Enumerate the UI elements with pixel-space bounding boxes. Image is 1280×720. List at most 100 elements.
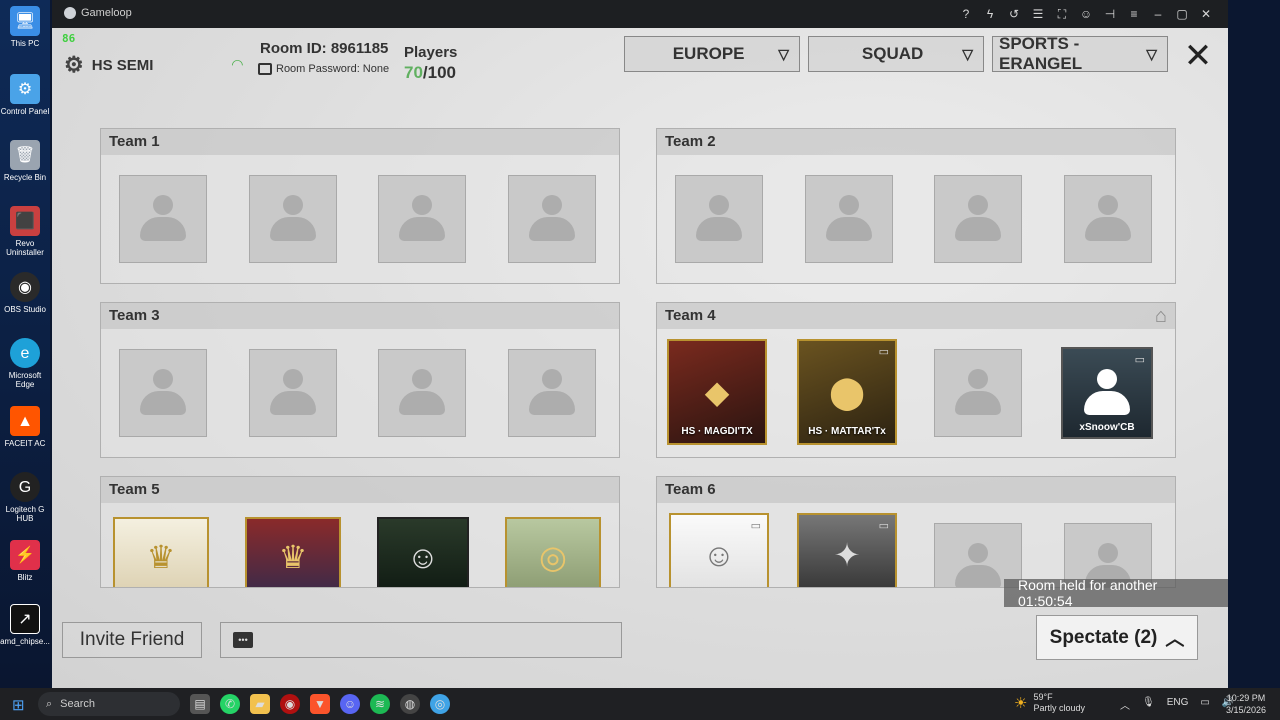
- weather-temp: 59°F: [1033, 692, 1053, 702]
- language-indicator[interactable]: ENG: [1167, 697, 1189, 712]
- fullscreen-icon[interactable]: ⛶: [1050, 5, 1074, 23]
- maximize-icon[interactable]: ▢: [1170, 5, 1194, 23]
- file-icon[interactable]: ▤: [190, 694, 210, 714]
- empty-player-icon: [399, 369, 445, 417]
- boost-icon[interactable]: ϟ: [978, 5, 1002, 23]
- team-slot-empty[interactable]: [119, 349, 207, 437]
- team-slot-empty[interactable]: [508, 175, 596, 263]
- desktop-icon-this-pc[interactable]: 🖥 This PC: [0, 6, 50, 48]
- back-icon[interactable]: ↺: [1002, 5, 1026, 23]
- team-slot-player[interactable]: ◆ HS · MAGDI'TX: [667, 339, 767, 445]
- taskbar-apps: ▤ ✆ ▰ ◉ ▼ ☺ ≋ ◍ ◎: [190, 694, 450, 714]
- avatar-frame-icon: ♛: [278, 539, 308, 575]
- spectate-button[interactable]: Spectate (2) ︿: [1036, 615, 1198, 660]
- team-slot-empty[interactable]: [508, 349, 596, 437]
- brave-icon[interactable]: ▼: [310, 694, 330, 714]
- spotify-icon[interactable]: ≋: [370, 694, 390, 714]
- chevron-down-icon: ▽: [1146, 45, 1157, 62]
- account-icon[interactable]: ☺: [1074, 5, 1098, 23]
- folder-icon[interactable]: ▰: [250, 694, 270, 714]
- team-slot-empty[interactable]: [934, 175, 1022, 263]
- hamburger-icon[interactable]: ≡: [1122, 5, 1146, 23]
- monitor-icon: 🖥: [10, 6, 40, 36]
- empty-player-icon: [955, 195, 1001, 243]
- chat-icon: •••: [233, 632, 253, 648]
- team-slot-empty[interactable]: [1064, 175, 1152, 263]
- taskbar: ⊞ ⌕ Search ▤ ✆ ▰ ◉ ▼ ☺ ≋ ◍ ◎ ☀ 59°F Part…: [0, 688, 1280, 720]
- weather-desc: Partly cloudy: [1033, 703, 1085, 713]
- amd-icon: ↗: [10, 604, 40, 634]
- avatar-photo-icon: ☺: [406, 538, 440, 575]
- chevron-up-icon: ︿: [1165, 629, 1185, 650]
- mic-icon[interactable]: 🎙: [1142, 697, 1155, 712]
- search-icon: ⌕: [46, 697, 53, 710]
- desktop-icon-edge[interactable]: e Microsoft Edge: [0, 338, 50, 389]
- desktop-icon-logitech[interactable]: G Logitech G HUB: [0, 472, 50, 523]
- team-slot-empty[interactable]: [934, 349, 1022, 437]
- team-slot-player[interactable]: ▭ xSnoow'CB: [1061, 347, 1153, 439]
- pin-icon[interactable]: ⊣: [1098, 5, 1122, 23]
- lock-icon: [258, 63, 272, 75]
- invite-friend-button[interactable]: Invite Friend: [62, 622, 202, 658]
- team-slot-empty[interactable]: [805, 175, 893, 263]
- host-name: HS SEMI: [91, 56, 154, 74]
- host-info: ⚙ HS SEMI: [64, 52, 153, 78]
- empty-player-icon: [696, 195, 742, 243]
- team-slot-player[interactable]: ◎: [505, 517, 601, 587]
- close-window-icon[interactable]: ✕: [1194, 5, 1218, 23]
- team-slot-empty[interactable]: [675, 175, 763, 263]
- desktop-icon-revo[interactable]: ⬛ Revo Uninstaller: [0, 206, 50, 257]
- team-slot-empty[interactable]: [378, 175, 466, 263]
- team-slot-player[interactable]: ♛: [113, 517, 209, 587]
- desktop-icon-control-panel[interactable]: ⚙ Control Panel: [0, 74, 50, 116]
- region-dropdown[interactable]: EUROPE ▽: [624, 36, 800, 72]
- room-held-tooltip: Room held for another 01:50:54: [1004, 577, 1228, 609]
- empty-player-icon: [270, 369, 316, 417]
- close-room-button[interactable]: ✕: [1180, 39, 1216, 76]
- gameloop-taskbar-icon[interactable]: ◎: [430, 694, 450, 714]
- team-slot-player[interactable]: ▭ ☺: [669, 513, 769, 587]
- team-slot-empty[interactable]: [249, 175, 337, 263]
- player-name: HS · MAGDI'TX: [681, 426, 753, 437]
- desktop-icon-recycle-bin[interactable]: 🗑 Recycle Bin: [0, 140, 50, 182]
- team-slot-player[interactable]: ▭ ⬤ HS · MATTAR'Tx: [797, 339, 897, 445]
- fps-counter: 86: [62, 32, 76, 45]
- desktop-icon-blitz[interactable]: ⚡ Blitz: [0, 540, 50, 582]
- whatsapp-icon[interactable]: ✆: [220, 694, 240, 714]
- menu-list-icon[interactable]: ☰: [1026, 5, 1050, 23]
- desktop-icon-obs[interactable]: ◉ OBS Studio: [0, 272, 50, 314]
- tray-chevron-icon[interactable]: ︿: [1120, 697, 1130, 712]
- game-viewport: 86 ⚙ HS SEMI ◜◝ Room ID: 8961185 Room Pa…: [52, 28, 1228, 688]
- taskbar-search[interactable]: ⌕ Search: [38, 692, 180, 716]
- team-slot-empty[interactable]: [119, 175, 207, 263]
- desktop-icon-faceit[interactable]: ▲ FACEIT AC: [0, 406, 50, 448]
- chat-input[interactable]: •••: [220, 622, 622, 658]
- clock-time: 10:29 PM: [1226, 693, 1266, 703]
- desktop-icon-amd[interactable]: ↗ amd_chipse...: [0, 604, 50, 646]
- team-slot-player[interactable]: ☺: [377, 517, 469, 587]
- team-slot-empty[interactable]: [249, 349, 337, 437]
- team-name: Team 6: [657, 477, 1175, 503]
- team-slot-empty[interactable]: [378, 349, 466, 437]
- discord-icon[interactable]: ☺: [340, 694, 360, 714]
- help-icon[interactable]: ?: [954, 5, 978, 23]
- team-3-panel: Team 3: [100, 302, 620, 458]
- minimize-icon[interactable]: –: [1146, 5, 1170, 23]
- map-dropdown[interactable]: SPORTS - ERANGEL ▽: [992, 34, 1168, 73]
- mode-dropdown[interactable]: SQUAD ▽: [808, 36, 984, 72]
- chevron-down-icon: ▽: [778, 45, 789, 62]
- gear-icon[interactable]: ⚙: [64, 52, 84, 78]
- gameloop-logo-icon: [64, 7, 76, 19]
- player-name: HS · MATTAR'Tx: [808, 426, 886, 437]
- team-slot-player[interactable]: ♛: [245, 517, 341, 587]
- clock[interactable]: 10:29 PM 3/15/2026: [1226, 692, 1266, 716]
- network-icon[interactable]: ▭: [1200, 697, 1209, 712]
- team-slot-player[interactable]: ▭ ✦: [797, 513, 897, 587]
- windows-start-icon[interactable]: ⊞: [12, 696, 25, 714]
- weather-widget[interactable]: ☀ 59°F Partly cloudy: [1014, 692, 1085, 714]
- recorder-icon[interactable]: ◉: [280, 694, 300, 714]
- steam-icon[interactable]: ◍: [400, 694, 420, 714]
- weather-icon: ☀: [1014, 695, 1028, 712]
- team-name: Team 3: [101, 303, 619, 329]
- app-title: Gameloop: [64, 7, 132, 19]
